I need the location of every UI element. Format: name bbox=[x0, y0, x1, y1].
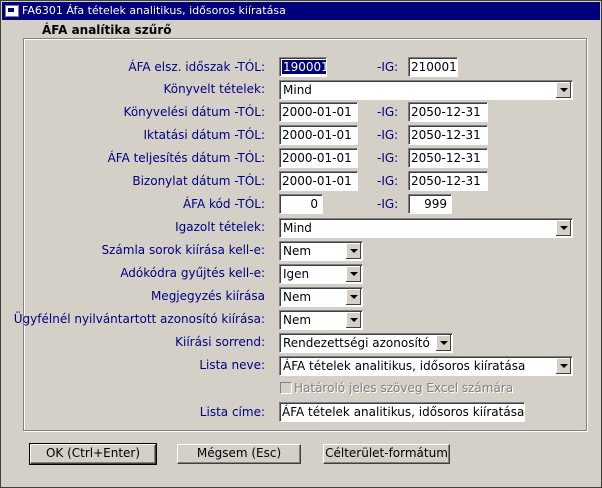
chevron-down-icon[interactable] bbox=[555, 220, 571, 236]
booking-date-to-input[interactable]: 2050-12-31 bbox=[408, 102, 488, 122]
chevron-down-icon[interactable] bbox=[345, 312, 361, 328]
vat-code-ig-label: -IG: bbox=[377, 197, 399, 211]
window-title: FA6301 Áfa tételek analitikus, idősoros … bbox=[22, 4, 286, 17]
chevron-down-icon[interactable] bbox=[435, 335, 451, 351]
vat-code-label: ÁFA kód -TÓL: bbox=[182, 197, 265, 211]
chevron-down-icon[interactable] bbox=[345, 266, 361, 282]
ok-button[interactable]: OK (Ctrl+Enter) bbox=[29, 443, 157, 465]
chevron-down-icon[interactable] bbox=[345, 243, 361, 259]
target-format-button[interactable]: Célterület-formátum bbox=[323, 444, 450, 464]
list-name-label: Lista neve: bbox=[199, 358, 265, 372]
period-ig-label: -IG: bbox=[377, 60, 399, 74]
vat-code-to-input[interactable]: 999 bbox=[408, 194, 452, 214]
vat-perf-date-label: ÁFA teljesítés dátum -TÓL: bbox=[107, 151, 265, 165]
chevron-down-icon[interactable] bbox=[555, 82, 571, 98]
booking-date-label: Könyvelési dátum -TÓL: bbox=[123, 105, 265, 119]
list-title-label: Lista címe: bbox=[199, 405, 265, 419]
dialog-window: FA6301 Áfa tételek analitikus, idősoros … bbox=[0, 0, 602, 488]
excel-delimited-checkbox-label: Határoló jeles szöveg Excel számára bbox=[294, 381, 514, 395]
filing-date-ig-label: -IG: bbox=[377, 128, 399, 142]
verified-label: Igazolt tételek: bbox=[175, 220, 265, 234]
period-from-input[interactable]: 190001 bbox=[279, 57, 327, 77]
vat-perf-date-ig-label: -IG: bbox=[377, 151, 399, 165]
list-name-select[interactable]: ÁFA tételek analitikus, idősoros kiíratá… bbox=[279, 356, 573, 376]
title-bar[interactable]: FA6301 Áfa tételek analitikus, idősoros … bbox=[2, 2, 600, 20]
doc-date-ig-label: -IG: bbox=[377, 174, 399, 188]
comment-print-select[interactable]: Nem bbox=[279, 287, 363, 307]
invoice-lines-label: Számla sorok kiírása kell-e: bbox=[101, 243, 265, 257]
comment-print-label: Megjegyzés kiírása bbox=[150, 289, 265, 303]
doc-date-from-input[interactable]: 2000-01-01 bbox=[279, 171, 358, 191]
vat-code-from-input[interactable]: 0 bbox=[279, 194, 323, 214]
client-id-print-select[interactable]: Nem bbox=[279, 310, 363, 330]
taxcode-collect-select[interactable]: Igen bbox=[279, 264, 363, 284]
client-id-print-label: Ügyfélnél nyilvántartott azonosító kiírá… bbox=[13, 312, 265, 326]
list-title-input[interactable]: ÁFA tételek analitikus, idősoros kiíratá… bbox=[279, 402, 525, 422]
booked-select[interactable]: Mind bbox=[279, 80, 573, 100]
invoice-lines-select[interactable]: Nem bbox=[279, 241, 363, 261]
doc-date-to-input[interactable]: 2050-12-31 bbox=[408, 171, 488, 191]
filing-date-to-input[interactable]: 2050-12-31 bbox=[408, 125, 488, 145]
chevron-down-icon[interactable] bbox=[345, 289, 361, 305]
period-to-input[interactable]: 210001 bbox=[408, 57, 458, 77]
booking-date-from-input[interactable]: 2000-01-01 bbox=[279, 102, 358, 122]
filing-date-from-input[interactable]: 2000-01-01 bbox=[279, 125, 358, 145]
group-title: ÁFA analítika szűrő bbox=[39, 23, 175, 37]
cancel-button[interactable]: Mégsem (Esc) bbox=[177, 444, 301, 464]
booked-label: Könyvelt tételek: bbox=[163, 82, 265, 96]
sort-order-select[interactable]: Rendezettségi azonosító bbox=[279, 333, 453, 353]
taxcode-collect-label: Adókódra gyűjtés kell-e: bbox=[120, 266, 265, 280]
doc-date-label: Bizonylat dátum -TÓL: bbox=[132, 174, 265, 188]
verified-select[interactable]: Mind bbox=[279, 218, 573, 238]
booking-date-ig-label: -IG: bbox=[377, 105, 399, 119]
window-icon bbox=[5, 5, 19, 17]
chevron-down-icon[interactable] bbox=[555, 358, 571, 374]
filing-date-label: Iktatási dátum -TÓL: bbox=[143, 128, 265, 142]
vat-perf-date-from-input[interactable]: 2000-01-01 bbox=[279, 148, 358, 168]
vat-perf-date-to-input[interactable]: 2050-12-31 bbox=[408, 148, 488, 168]
excel-delimited-checkbox[interactable] bbox=[280, 382, 292, 394]
period-label: ÁFA elsz. időszak -TÓL: bbox=[128, 60, 265, 74]
sort-order-label: Kiírási sorrend: bbox=[175, 335, 265, 349]
